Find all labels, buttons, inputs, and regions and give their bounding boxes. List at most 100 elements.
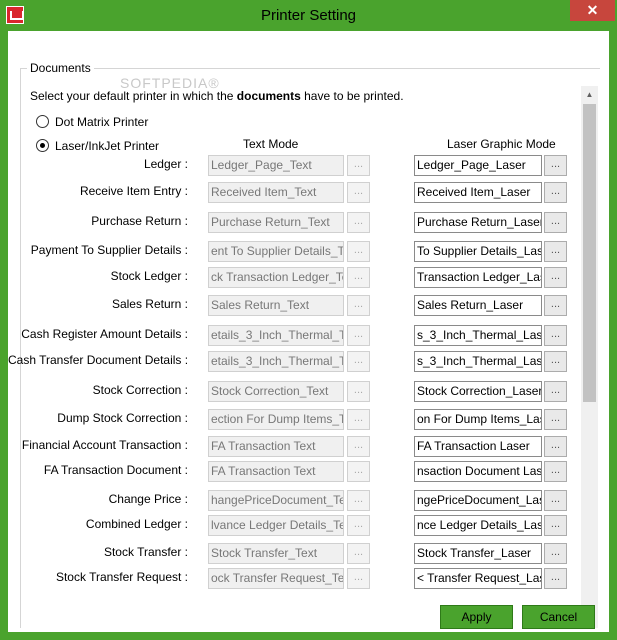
laser-mode-browse-button[interactable]: ...: [544, 182, 567, 203]
laser-mode-browse-button[interactable]: ...: [544, 325, 567, 346]
text-mode-browse-button[interactable]: ...: [347, 351, 370, 372]
text-mode-field[interactable]: Sales Return_Text: [208, 295, 344, 316]
laser-mode-browse-button[interactable]: ...: [544, 409, 567, 430]
instruction-post: have to be printed.: [300, 89, 404, 103]
laser-mode-browse-button[interactable]: ...: [544, 267, 567, 288]
radio-dot-matrix-circle[interactable]: [36, 115, 49, 128]
group-title: Documents: [27, 61, 94, 75]
laser-mode-field[interactable]: s_3_Inch_Thermal_Laser: [414, 351, 542, 372]
laser-mode-browse-button[interactable]: ...: [544, 241, 567, 262]
laser-mode-field[interactable]: Transaction Ledger_Laser: [414, 267, 542, 288]
row-label: Stock Transfer :: [103, 545, 188, 559]
text-mode-browse-button[interactable]: ...: [347, 461, 370, 482]
row-label: Combined Ledger :: [85, 517, 188, 531]
text-mode-browse-button[interactable]: ...: [347, 241, 370, 262]
laser-mode-field[interactable]: s_3_Inch_Thermal_Laser: [414, 325, 542, 346]
text-mode-browse-button[interactable]: ...: [347, 295, 370, 316]
laser-mode-browse-button[interactable]: ...: [544, 212, 567, 233]
laser-mode-field[interactable]: Ledger_Page_Laser: [414, 155, 542, 176]
apply-button[interactable]: Apply: [440, 605, 513, 629]
row-label: Change Price :: [108, 492, 188, 506]
text-mode-field[interactable]: Stock Transfer_Text: [208, 543, 344, 564]
row-label: Stock Correction :: [92, 383, 188, 397]
text-mode-header: Text Mode: [243, 137, 299, 151]
text-mode-browse-button[interactable]: ...: [347, 515, 370, 536]
text-mode-field[interactable]: etails_3_Inch_Thermal_Text: [208, 351, 344, 372]
laser-mode-field[interactable]: Stock Transfer_Laser: [414, 543, 542, 564]
laser-mode-field[interactable]: on For Dump Items_Laser: [414, 409, 542, 430]
radio-laser-inkjet-circle[interactable]: [36, 139, 49, 152]
text-mode-browse-button[interactable]: ...: [347, 568, 370, 589]
laser-mode-field[interactable]: Sales Return_Laser: [414, 295, 542, 316]
laser-mode-field[interactable]: FA Transaction Laser: [414, 436, 542, 457]
scroll-thumb[interactable]: [583, 104, 596, 402]
laser-mode-browse-button[interactable]: ...: [544, 490, 567, 511]
text-mode-field[interactable]: Stock Correction_Text: [208, 381, 344, 402]
instruction-pre: Select your default printer in which the: [30, 89, 237, 103]
laser-mode-browse-button[interactable]: ...: [544, 568, 567, 589]
text-mode-browse-button[interactable]: ...: [347, 182, 370, 203]
text-mode-browse-button[interactable]: ...: [347, 490, 370, 511]
text-mode-browse-button[interactable]: ...: [347, 155, 370, 176]
laser-mode-browse-button[interactable]: ...: [544, 543, 567, 564]
laser-mode-browse-button[interactable]: ...: [544, 436, 567, 457]
text-mode-browse-button[interactable]: ...: [347, 409, 370, 430]
laser-mode-browse-button[interactable]: ...: [544, 351, 567, 372]
text-mode-field[interactable]: FA Transaction Text: [208, 436, 344, 457]
row-label: Sales Return :: [111, 297, 188, 311]
instruction-text: Select your default printer in which the…: [30, 89, 404, 103]
scroll-up-arrow-icon[interactable]: ▲: [581, 86, 598, 103]
row-label: Purchase Return :: [91, 214, 188, 228]
laser-mode-field[interactable]: Purchase Return_Laser: [414, 212, 542, 233]
laser-mode-field[interactable]: nce Ledger Details_Laser: [414, 515, 542, 536]
laser-mode-field[interactable]: Stock Correction_Laser: [414, 381, 542, 402]
laser-mode-header: Laser Graphic Mode: [447, 137, 556, 151]
text-mode-browse-button[interactable]: ...: [347, 325, 370, 346]
text-mode-browse-button[interactable]: ...: [347, 436, 370, 457]
row-label: Payment To Supplier Details :: [30, 243, 188, 257]
radio-laser-inkjet-label: Laser/InkJet Printer: [55, 139, 160, 153]
text-mode-field[interactable]: ent To Supplier Details_Text: [208, 241, 344, 262]
laser-mode-browse-button[interactable]: ...: [544, 515, 567, 536]
text-mode-field[interactable]: Ledger_Page_Text: [208, 155, 344, 176]
cancel-button[interactable]: Cancel: [522, 605, 595, 629]
laser-mode-field[interactable]: < Transfer Request_Laser: [414, 568, 542, 589]
radio-laser-inkjet[interactable]: Laser/InkJet Printer: [36, 139, 236, 155]
row-label: Stock Ledger :: [110, 269, 188, 283]
text-mode-field[interactable]: ock Transfer Request_Text: [208, 568, 344, 589]
laser-mode-browse-button[interactable]: ...: [544, 461, 567, 482]
text-mode-browse-button[interactable]: ...: [347, 381, 370, 402]
row-label: FA Transaction Document :: [43, 463, 188, 477]
row-label: Cash Transfer Document Details :: [8, 353, 189, 367]
laser-mode-browse-button[interactable]: ...: [544, 381, 567, 402]
text-mode-field[interactable]: Received Item_Text: [208, 182, 344, 203]
laser-mode-browse-button[interactable]: ...: [544, 155, 567, 176]
text-mode-field[interactable]: etails_3_Inch_Thermal_Text: [208, 325, 344, 346]
laser-mode-browse-button[interactable]: ...: [544, 295, 567, 316]
laser-mode-field[interactable]: nsaction Document Laser: [414, 461, 542, 482]
vertical-scrollbar[interactable]: ▲ ▼: [581, 86, 598, 628]
row-label: Stock Transfer Request :: [55, 570, 188, 584]
row-label: Ledger :: [143, 157, 188, 171]
text-mode-field[interactable]: FA Transaction Text: [208, 461, 344, 482]
window-title: Printer Setting: [260, 7, 357, 24]
laser-mode-field[interactable]: Received Item_Laser: [414, 182, 542, 203]
text-mode-field[interactable]: ck Transaction Ledger_Text: [208, 267, 344, 288]
radio-dot-matrix-label: Dot Matrix Printer: [55, 115, 149, 129]
close-button[interactable]: ✕: [570, 0, 615, 21]
title-bar[interactable]: Printer Setting ✕: [0, 0, 617, 31]
radio-dot-matrix[interactable]: Dot Matrix Printer: [36, 115, 236, 131]
text-mode-field[interactable]: ection For Dump Items_Text: [208, 409, 344, 430]
row-label: Financial Account Transaction :: [21, 438, 188, 452]
text-mode-browse-button[interactable]: ...: [347, 543, 370, 564]
laser-mode-field[interactable]: To Supplier Details_Laser: [414, 241, 542, 262]
text-mode-field[interactable]: Purchase Return_Text: [208, 212, 344, 233]
text-mode-browse-button[interactable]: ...: [347, 267, 370, 288]
client-area: Documents SOFTPEDIA® Select your default…: [8, 31, 609, 632]
text-mode-field[interactable]: lvance Ledger Details_Text: [208, 515, 344, 536]
text-mode-browse-button[interactable]: ...: [347, 212, 370, 233]
laser-mode-field[interactable]: ngePriceDocument_Laser: [414, 490, 542, 511]
row-label: Cash Register Amount Details :: [21, 327, 188, 341]
text-mode-field[interactable]: hangePriceDocument_Text: [208, 490, 344, 511]
row-label: Dump Stock Correction :: [57, 411, 188, 425]
